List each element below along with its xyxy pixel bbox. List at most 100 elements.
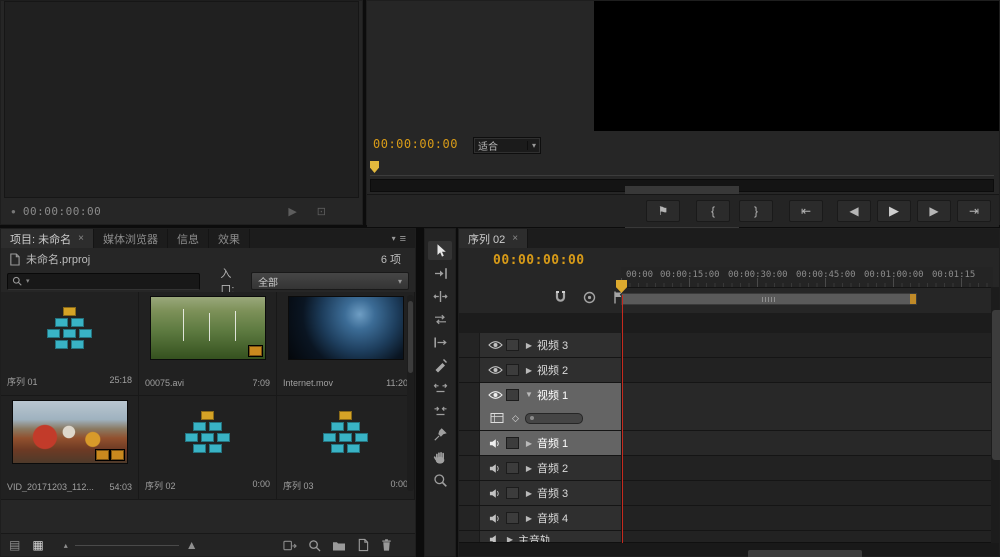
track-lane[interactable] (622, 456, 999, 480)
timeline-vertical-scrollbar[interactable] (991, 287, 1000, 543)
entry-filter-select[interactable]: 全部 ▾ (251, 272, 409, 290)
clip-cell-sequence-02[interactable]: 序列 02 0:00 (139, 396, 277, 500)
mark-in-button[interactable]: { (696, 200, 730, 222)
work-area-grip[interactable] (762, 296, 776, 302)
selection-tool[interactable] (428, 241, 452, 260)
clip-cell-vid-20171203[interactable]: VID_20171203_112... 54:03 (1, 396, 139, 500)
razor-tool[interactable] (428, 356, 452, 375)
track-lock-icon[interactable] (506, 388, 519, 401)
thumbnail-zoom-slider[interactable] (74, 544, 179, 546)
search-box[interactable]: ▾ (7, 272, 201, 290)
track-lock-icon[interactable] (506, 512, 519, 524)
collapse-triangle-icon[interactable]: ▼ (523, 390, 535, 399)
collapse-triangle-icon[interactable]: ▶ (523, 514, 535, 523)
zoom-out-icon[interactable]: ▴ (64, 541, 68, 550)
collapse-triangle-icon[interactable]: ▶ (523, 366, 535, 375)
track-lane[interactable] (622, 358, 999, 382)
source-timecode[interactable]: 00:00:00:00 (23, 205, 101, 218)
zoom-in-icon[interactable]: ▲ (186, 538, 198, 552)
track-row-video-3[interactable]: ▶ 视频 3 (459, 333, 999, 358)
clip-cell-sequence-01[interactable]: 序列 01 25:18 (1, 292, 139, 396)
track-lock-icon[interactable] (506, 364, 519, 376)
clip-thumbnail[interactable] (288, 297, 403, 359)
ripple-edit-tool[interactable] (428, 287, 452, 306)
program-timecode[interactable]: 00:00:00:00 (373, 137, 458, 151)
track-output-eye-icon[interactable] (486, 390, 504, 400)
close-icon[interactable]: × (78, 233, 84, 244)
mark-out-button[interactable]: } (739, 200, 773, 222)
track-row-video-2[interactable]: ▶ 视频 2 (459, 358, 999, 383)
play-icon[interactable]: ▶ (288, 205, 296, 218)
encore-chapter-marker-icon[interactable] (580, 290, 598, 305)
panel-menu-icon[interactable]: ▾ ≡ (383, 229, 415, 248)
pen-tool[interactable] (428, 425, 452, 444)
clip-cell-sequence-03[interactable]: 序列 03 0:00 (277, 396, 415, 500)
slide-tool[interactable] (428, 402, 452, 421)
clip-thumbnail[interactable] (151, 401, 265, 463)
time-ruler[interactable]: 00:00 00:00:15:00 00:00:30:00 00:00:45:0… (621, 267, 993, 288)
search-input[interactable] (33, 273, 196, 289)
track-header[interactable]: ▶ 音频 2 (480, 456, 622, 480)
snap-toggle-icon[interactable] (551, 290, 569, 305)
collapse-triangle-icon[interactable]: ▶ (523, 439, 535, 448)
clip-cell-00075-avi[interactable]: 00075.avi 7:09 (139, 292, 277, 396)
track-lane[interactable] (622, 383, 999, 430)
project-vertical-scrollbar[interactable] (407, 295, 414, 491)
rate-stretch-tool[interactable] (428, 333, 452, 352)
timeline-horizontal-scrollbar[interactable] (459, 542, 999, 557)
icon-view-icon[interactable]: ▦ (32, 539, 43, 551)
step-forward-button[interactable]: ▶ (917, 200, 951, 222)
clear-trash-icon[interactable] (380, 538, 393, 552)
clip-thumbnail[interactable] (150, 297, 265, 359)
work-area-bar[interactable] (621, 293, 917, 305)
track-lane[interactable] (622, 481, 999, 505)
work-area-end-handle[interactable] (910, 294, 916, 304)
tab-info[interactable]: 信息 (168, 229, 209, 248)
new-item-icon[interactable] (357, 538, 369, 552)
tab-project[interactable]: 项目: 未命名 × (1, 229, 94, 248)
track-select-tool[interactable] (428, 264, 452, 283)
collapse-triangle-icon[interactable]: ▶ (523, 464, 535, 473)
keyframe-nav-control[interactable] (524, 412, 583, 424)
track-header[interactable]: ▶ 音频 4 (480, 506, 622, 530)
track-output-eye-icon[interactable] (486, 365, 504, 375)
new-bin-icon[interactable] (332, 539, 346, 551)
track-lane[interactable] (622, 333, 999, 357)
clip-thumbnail[interactable] (289, 401, 403, 463)
automate-to-sequence-icon[interactable] (283, 539, 297, 552)
track-output-eye-icon[interactable] (486, 340, 504, 350)
collapse-triangle-icon[interactable]: ▶ (523, 489, 535, 498)
zoom-tool[interactable] (428, 471, 452, 490)
track-row-audio-1[interactable]: ▶ 音频 1 (459, 431, 999, 456)
track-lane[interactable] (622, 506, 999, 530)
track-header[interactable]: ▶ 视频 3 (480, 333, 622, 357)
collapse-triangle-icon[interactable]: ▶ (523, 341, 535, 350)
track-header[interactable]: ▶ 音频 3 (480, 481, 622, 505)
hand-tool[interactable] (428, 448, 452, 467)
track-row-video-1[interactable]: ▼ 视频 1 ◇ (459, 383, 999, 431)
clip-thumbnail[interactable] (12, 401, 127, 463)
track-lock-icon[interactable] (506, 462, 519, 474)
go-to-out-button[interactable]: ⇥ (957, 200, 991, 222)
clip-thumbnail[interactable] (13, 297, 127, 359)
step-back-button[interactable]: ◀ (837, 200, 871, 222)
program-zoom-scrollbar[interactable] (370, 179, 994, 248)
track-header[interactable]: ▶ 音频 1 (480, 431, 622, 455)
track-lock-icon[interactable] (506, 339, 519, 351)
slip-tool[interactable] (428, 379, 452, 398)
add-marker-button[interactable]: ⚑ (646, 200, 680, 222)
track-header[interactable]: ▶ 视频 2 (480, 358, 622, 382)
chevron-down-icon[interactable]: ▾ (26, 277, 30, 285)
list-view-icon[interactable]: ▤ (9, 539, 20, 551)
close-icon[interactable]: × (512, 233, 518, 244)
tab-effects[interactable]: 效果 (209, 229, 250, 248)
track-row-audio-2[interactable]: ▶ 音频 2 (459, 456, 999, 481)
playhead-line[interactable] (622, 295, 623, 543)
tab-sequence-02[interactable]: 序列 02 × (459, 229, 529, 248)
track-header[interactable]: ▼ 视频 1 ◇ (480, 383, 622, 430)
program-scrub-bar[interactable] (370, 159, 994, 176)
rolling-edit-tool[interactable] (428, 310, 452, 329)
clip-cell-internet-mov[interactable]: Internet.mov 11:20 (277, 292, 415, 396)
track-mute-speaker-icon[interactable] (486, 488, 504, 499)
play-button[interactable]: ▶ (877, 200, 911, 222)
